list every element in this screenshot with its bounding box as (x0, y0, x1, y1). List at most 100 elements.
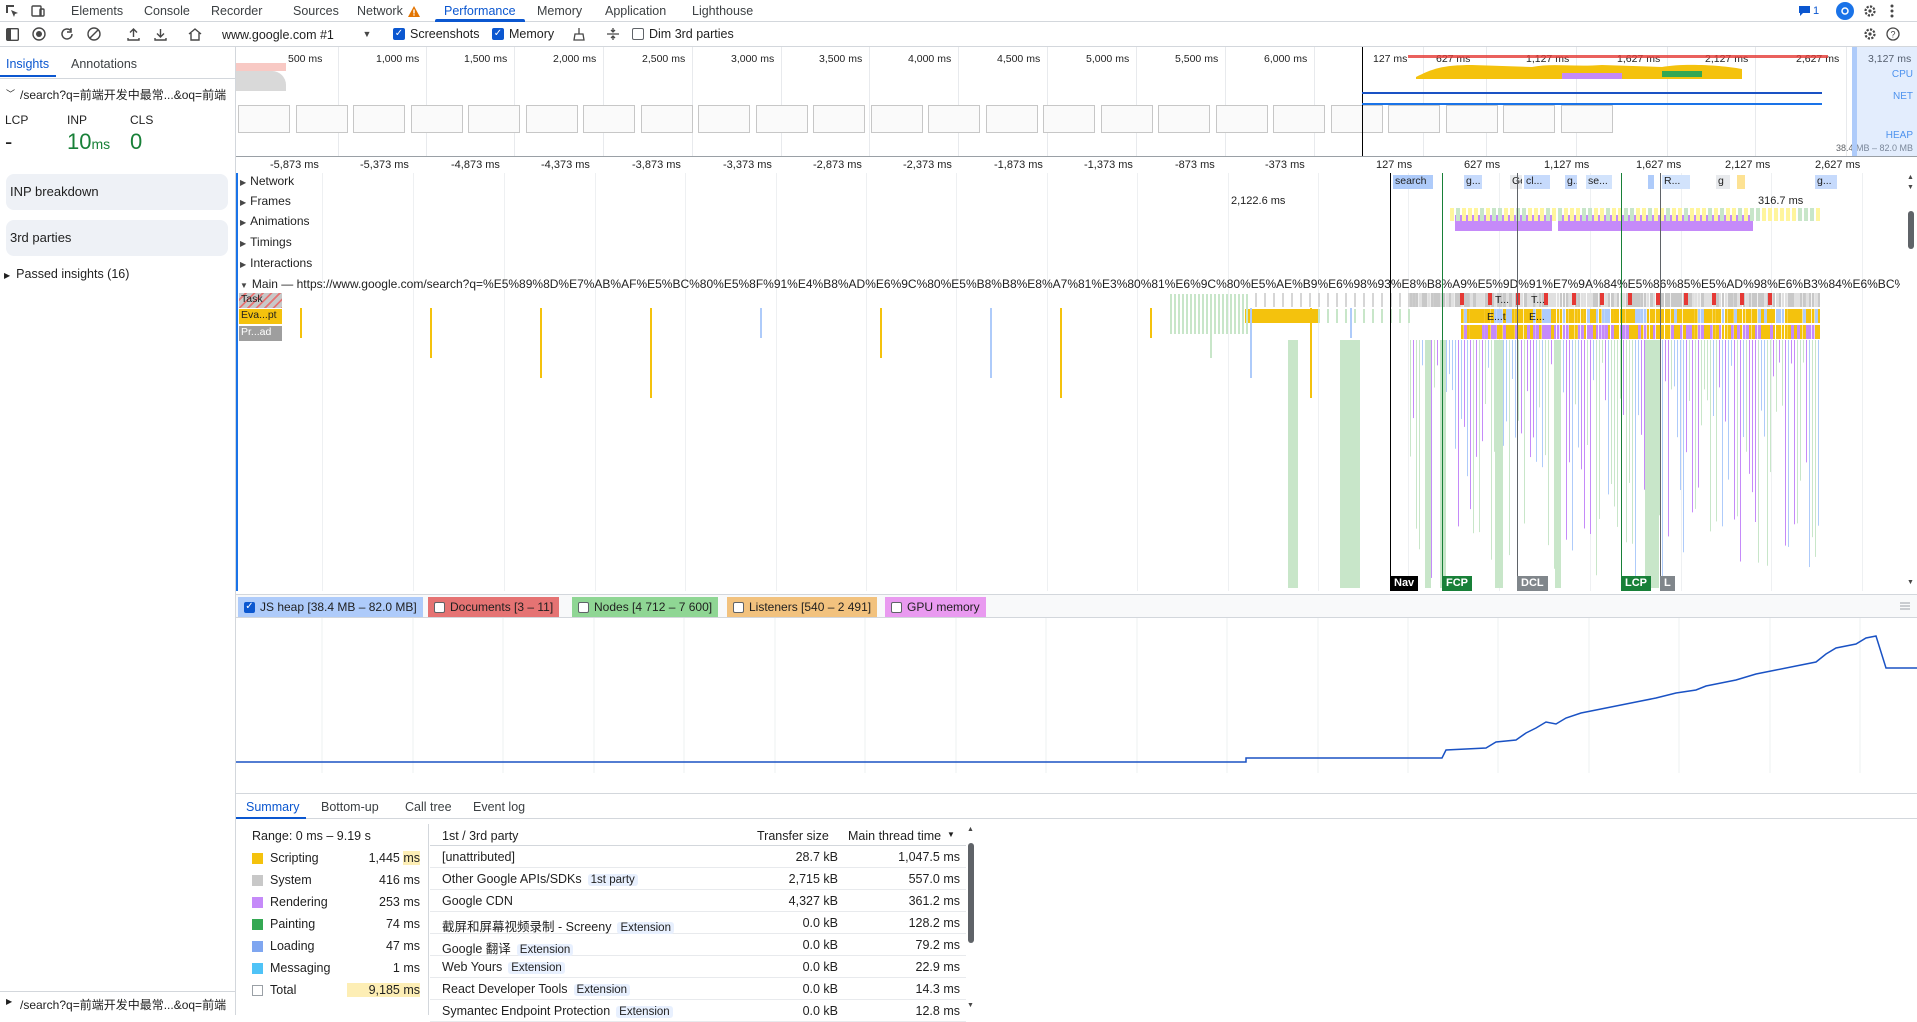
flame-segment[interactable] (1738, 208, 1742, 221)
flame-segment[interactable] (1495, 340, 1503, 588)
task-block[interactable]: Task (239, 293, 282, 308)
flame-segment[interactable] (1182, 294, 1184, 334)
flame-segment[interactable] (1653, 325, 1656, 339)
flame-segment[interactable] (1431, 340, 1432, 578)
flame-segment[interactable] (1578, 293, 1581, 307)
flame-segment[interactable] (1242, 294, 1244, 334)
flame-segment[interactable] (1582, 208, 1586, 221)
flame-segment[interactable] (1575, 309, 1578, 323)
flame-segment[interactable] (1578, 325, 1581, 339)
flame-segment[interactable] (1464, 340, 1465, 427)
flame-segment[interactable] (1608, 309, 1611, 323)
screenshots-checkbox[interactable]: ✓ Screenshots (393, 27, 479, 41)
flame-segment[interactable] (1545, 309, 1549, 323)
flame-segment[interactable] (1617, 325, 1620, 339)
flame-segment[interactable] (1707, 309, 1711, 323)
flame-segment[interactable] (1635, 293, 1639, 307)
screenshot-thumbnail[interactable] (238, 105, 290, 133)
flame-segment[interactable] (1698, 325, 1701, 339)
flame-segment[interactable] (880, 308, 882, 358)
tab-elements[interactable]: Elements (71, 4, 123, 18)
network-request[interactable]: g... (1565, 175, 1577, 189)
flame-segment[interactable] (1524, 309, 1528, 323)
flame-segment[interactable] (1452, 293, 1455, 307)
tab-bottom-up[interactable]: Bottom-up (321, 800, 379, 814)
flame-segment[interactable] (1803, 309, 1806, 323)
flame-segment[interactable] (1593, 340, 1594, 381)
flame-segment[interactable] (1797, 309, 1801, 323)
flame-segment[interactable] (1488, 325, 1491, 339)
flame-segment[interactable] (1480, 208, 1484, 221)
dcl-marker[interactable]: DCL (1517, 576, 1548, 591)
flame-segment[interactable] (1581, 340, 1582, 470)
flame-segment[interactable] (1804, 208, 1808, 221)
tab-application[interactable]: Application (605, 4, 666, 18)
flame-segment[interactable] (1467, 325, 1470, 339)
flame-segment[interactable] (1587, 340, 1588, 445)
flame-segment[interactable] (1560, 325, 1563, 339)
reload-record-icon[interactable] (59, 26, 75, 42)
flame-segment[interactable] (1702, 208, 1706, 221)
flame-segment[interactable] (1554, 309, 1557, 323)
flame-segment[interactable] (1701, 293, 1705, 307)
flame-segment[interactable] (300, 308, 302, 338)
flame-segment[interactable] (1310, 308, 1312, 398)
flame-segment[interactable] (1546, 208, 1550, 221)
flame-segment[interactable] (1788, 340, 1789, 547)
clear-icon[interactable] (86, 26, 102, 42)
flame-segment[interactable] (1755, 325, 1758, 339)
overview-window-right[interactable] (1857, 47, 1917, 156)
flame-segment[interactable] (1728, 309, 1731, 323)
flame-segment[interactable] (1572, 325, 1575, 339)
tab-performance[interactable]: Performance (444, 4, 516, 18)
flame-segment[interactable] (1606, 208, 1610, 221)
flame-segment[interactable] (1515, 340, 1516, 438)
flame-segment[interactable] (1635, 309, 1639, 323)
flame-segment[interactable] (1600, 208, 1604, 221)
documents-toggle[interactable]: Documents [3 – 11] (428, 597, 560, 617)
flame-segment[interactable] (1521, 309, 1524, 323)
flame-segment[interactable] (1422, 293, 1426, 307)
flame-segment[interactable] (1689, 340, 1690, 401)
flame-segment[interactable] (1647, 293, 1650, 307)
inp-breakdown-insight[interactable]: INP breakdown (6, 174, 228, 210)
flame-segment[interactable] (1608, 340, 1609, 495)
flame-segment[interactable] (1623, 340, 1624, 415)
drag-handle-icon[interactable] (1898, 599, 1912, 613)
flame-segment[interactable] (1623, 325, 1626, 339)
flame-segment[interactable] (1641, 293, 1644, 307)
flame-segment[interactable] (1410, 293, 1413, 307)
flame-segment[interactable] (1761, 340, 1762, 411)
flame-segment[interactable] (1599, 309, 1602, 323)
flame-segment[interactable] (1743, 309, 1746, 323)
flame-segment[interactable] (540, 308, 542, 378)
network-request[interactable]: se... (1586, 175, 1612, 189)
flame-segment[interactable] (1809, 325, 1812, 339)
flame-segment[interactable] (1776, 340, 1777, 412)
flame-segment[interactable] (1250, 308, 1252, 378)
js-heap-chart[interactable] (236, 618, 1917, 773)
flame-segment[interactable] (1809, 293, 1812, 307)
sidebar-toggle-icon[interactable] (4, 26, 20, 42)
flame-segment[interactable] (1791, 340, 1792, 364)
flame-segment[interactable] (1809, 340, 1810, 568)
screenshot-thumbnail[interactable] (583, 105, 635, 133)
flame-segment[interactable] (1695, 340, 1696, 509)
flame-segment[interactable] (1485, 325, 1489, 339)
flame-segment[interactable] (1734, 340, 1735, 520)
flame-segment[interactable] (1809, 309, 1812, 323)
flame-segment[interactable] (1419, 340, 1420, 550)
flame-segment[interactable] (1737, 293, 1740, 307)
flame-segment[interactable] (1800, 325, 1803, 339)
flame-segment[interactable] (1683, 340, 1684, 553)
screenshot-thumbnail[interactable] (1158, 105, 1210, 133)
flame-segment[interactable] (1557, 325, 1560, 339)
flame-segment[interactable] (1737, 325, 1740, 339)
flame-segment[interactable] (1645, 340, 1659, 588)
flame-segment[interactable] (1779, 340, 1780, 363)
flame-segment[interactable] (1408, 293, 1410, 307)
flame-segment[interactable] (1725, 340, 1726, 422)
flame-segment[interactable] (1650, 309, 1654, 323)
flame-segment[interactable] (1638, 293, 1641, 307)
flame-segment[interactable] (1560, 293, 1563, 307)
